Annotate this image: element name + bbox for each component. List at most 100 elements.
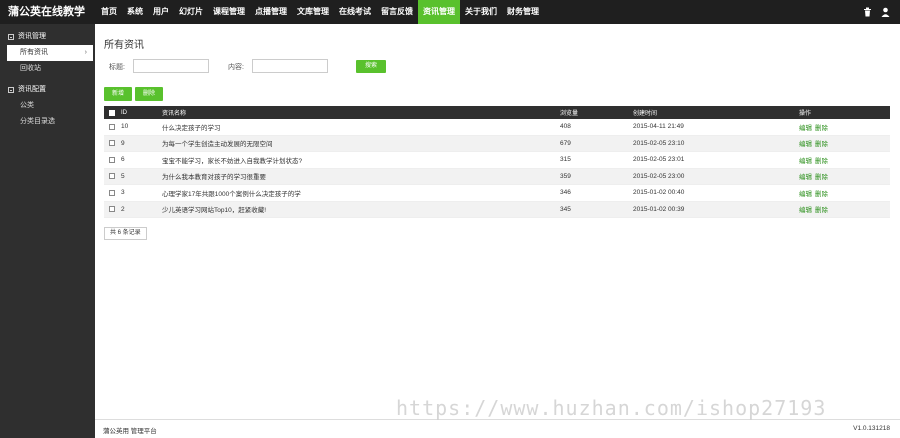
row-actions: 编辑 删除 bbox=[799, 185, 831, 201]
delete-link[interactable]: 删除 bbox=[815, 171, 828, 181]
edit-link[interactable]: 编辑 bbox=[799, 171, 812, 181]
row-id: 9 bbox=[121, 139, 125, 147]
select-all-checkbox[interactable] bbox=[109, 106, 115, 119]
nav-item-exam[interactable]: 在线考试 bbox=[334, 0, 376, 24]
delete-link[interactable]: 删除 bbox=[815, 122, 828, 132]
table-row: 5 为什么我本教育对孩子的学习很重要 359 2015-02-05 23:00 … bbox=[104, 168, 890, 185]
sidebar-group-label: 资讯配置 bbox=[18, 86, 46, 93]
content-label: 内容: bbox=[228, 64, 244, 71]
row-views: 359 bbox=[560, 172, 571, 180]
sidebar: 资讯管理 所有资讯 › 回收站 资讯配置 公类 分类目录选 bbox=[0, 24, 95, 438]
top-icons bbox=[862, 0, 890, 24]
content-search-input[interactable] bbox=[252, 59, 328, 73]
row-id: 6 bbox=[121, 156, 125, 164]
nav-item-library[interactable]: 文库管理 bbox=[292, 0, 334, 24]
header-time: 创建时间 bbox=[633, 111, 658, 117]
delete-link[interactable]: 删除 bbox=[815, 188, 828, 198]
edit-link[interactable]: 编辑 bbox=[799, 188, 812, 198]
delete-link[interactable]: 删除 bbox=[815, 204, 828, 214]
add-button[interactable]: 新增 bbox=[104, 87, 132, 101]
nav-item-courses[interactable]: 课程管理 bbox=[208, 0, 250, 24]
row-checkbox[interactable] bbox=[109, 152, 115, 168]
sidebar-item-all-news[interactable]: 所有资讯 › bbox=[7, 45, 93, 61]
trash-icon[interactable] bbox=[862, 7, 872, 17]
row-checkbox[interactable] bbox=[109, 185, 115, 201]
table-row: 10 什么决定孩子的学习 408 2015-04-11 21:49 编辑 删除 bbox=[104, 119, 890, 136]
nav-item-home[interactable]: 首页 bbox=[96, 0, 122, 24]
nav-item-vod[interactable]: 点播管理 bbox=[250, 0, 292, 24]
row-views: 408 bbox=[560, 123, 571, 131]
row-time: 2015-02-05 23:10 bbox=[633, 139, 685, 147]
sidebar-item-category[interactable]: 分类目录选 bbox=[0, 114, 95, 130]
edit-link[interactable]: 编辑 bbox=[799, 204, 812, 214]
row-name: 为每一个学生创造主动发展的无限空间 bbox=[162, 141, 273, 149]
header-actions: 操作 bbox=[799, 111, 812, 117]
row-time: 2015-01-02 00:40 bbox=[633, 189, 685, 197]
version-label: V1.0.131218 bbox=[853, 425, 890, 432]
sidebar-group-label: 资讯管理 bbox=[18, 33, 46, 40]
table-header: ID 资讯名称 浏览量 创建时间 操作 bbox=[104, 106, 890, 119]
footer-brand: 蒲公英用 管理平台 bbox=[103, 428, 157, 435]
app-brand[interactable]: 蒲公英在线教学 bbox=[8, 0, 85, 24]
header-views: 浏览量 bbox=[560, 111, 579, 117]
row-checkbox[interactable] bbox=[109, 136, 115, 152]
collapse-icon[interactable] bbox=[8, 33, 14, 40]
edit-link[interactable]: 编辑 bbox=[799, 122, 812, 132]
nav-item-users[interactable]: 用户 bbox=[148, 0, 174, 24]
row-actions: 编辑 删除 bbox=[799, 136, 831, 152]
sidebar-group-news[interactable]: 资讯管理 bbox=[0, 28, 95, 45]
title-label: 标题: bbox=[109, 64, 125, 71]
delete-link[interactable]: 删除 bbox=[815, 155, 828, 165]
nav-item-finance[interactable]: 财务管理 bbox=[502, 0, 544, 24]
row-time: 2015-04-11 21:49 bbox=[633, 123, 684, 131]
search-button[interactable]: 搜索 bbox=[356, 60, 386, 73]
row-views: 315 bbox=[560, 156, 571, 164]
table-row: 3 心理学家17年共跟1000个案例什么决定孩子的学 346 2015-01-0… bbox=[104, 185, 890, 202]
nav-item-about[interactable]: 关于我们 bbox=[460, 0, 502, 24]
row-actions: 编辑 删除 bbox=[799, 152, 831, 168]
header-id: ID bbox=[121, 109, 127, 116]
row-name: 心理学家17年共跟1000个案例什么决定孩子的学 bbox=[162, 190, 301, 198]
collapse-icon[interactable] bbox=[8, 86, 14, 93]
edit-link[interactable]: 编辑 bbox=[799, 138, 812, 148]
row-name: 为什么我本教育对孩子的学习很重要 bbox=[162, 174, 266, 182]
user-icon[interactable] bbox=[880, 7, 890, 17]
nav-item-feedback[interactable]: 留言反馈 bbox=[376, 0, 418, 24]
top-bar: 蒲公英在线教学 首页 系统 用户 幻灯片 课程管理 点播管理 文库管理 在线考试… bbox=[0, 0, 900, 24]
sidebar-item-public[interactable]: 公类 bbox=[0, 98, 95, 114]
table-row: 6 宝宝不能学习，家长不妨进入自我教学计划状态? 315 2015-02-05 … bbox=[104, 152, 890, 169]
nav-item-slides[interactable]: 幻灯片 bbox=[174, 0, 208, 24]
row-checkbox[interactable] bbox=[109, 169, 115, 185]
row-views: 346 bbox=[560, 189, 571, 197]
row-id: 2 bbox=[121, 205, 125, 213]
edit-link[interactable]: 编辑 bbox=[799, 155, 812, 165]
sidebar-item-recycle[interactable]: 回收站 bbox=[0, 61, 95, 77]
nav-item-system[interactable]: 系统 bbox=[122, 0, 148, 24]
news-table: ID 资讯名称 浏览量 创建时间 操作 10 什么决定孩子的学习 408 201… bbox=[104, 106, 890, 218]
chevron-right-icon: › bbox=[84, 49, 87, 56]
sidebar-group-config[interactable]: 资讯配置 bbox=[0, 81, 95, 98]
row-name: 宝宝不能学习，家长不妨进入自我教学计划状态? bbox=[162, 157, 303, 165]
search-form: 标题: 内容: 搜索 bbox=[104, 59, 894, 75]
sidebar-item-label: 分类目录选 bbox=[20, 118, 55, 125]
row-time: 2015-02-05 23:01 bbox=[633, 156, 685, 164]
row-views: 345 bbox=[560, 205, 571, 213]
row-actions: 编辑 删除 bbox=[799, 169, 831, 185]
row-time: 2015-01-02 00:39 bbox=[633, 205, 685, 213]
delete-link[interactable]: 删除 bbox=[815, 138, 828, 148]
table-row: 9 为每一个学生创造主动发展的无限空间 679 2015-02-05 23:10… bbox=[104, 135, 890, 152]
sidebar-item-label: 所有资讯 bbox=[20, 49, 48, 56]
delete-button[interactable]: 删除 bbox=[135, 87, 163, 101]
row-name: 少儿英语学习网站Top10，赶紧收藏! bbox=[162, 207, 267, 215]
footer: 蒲公英用 管理平台 V1.0.131218 bbox=[95, 419, 900, 438]
row-checkbox[interactable] bbox=[109, 202, 115, 218]
main-nav: 首页 系统 用户 幻灯片 课程管理 点播管理 文库管理 在线考试 留言反馈 资讯… bbox=[96, 0, 544, 24]
table-row: 2 少儿英语学习网站Top10，赶紧收藏! 345 2015-01-02 00:… bbox=[104, 201, 890, 218]
row-checkbox[interactable] bbox=[109, 119, 115, 135]
row-actions: 编辑 删除 bbox=[799, 202, 831, 218]
row-id: 5 bbox=[121, 172, 125, 180]
title-search-input[interactable] bbox=[133, 59, 209, 73]
row-time: 2015-02-05 23:00 bbox=[633, 172, 685, 180]
nav-item-news[interactable]: 资讯管理 bbox=[418, 0, 460, 24]
header-name: 资讯名称 bbox=[162, 111, 187, 117]
